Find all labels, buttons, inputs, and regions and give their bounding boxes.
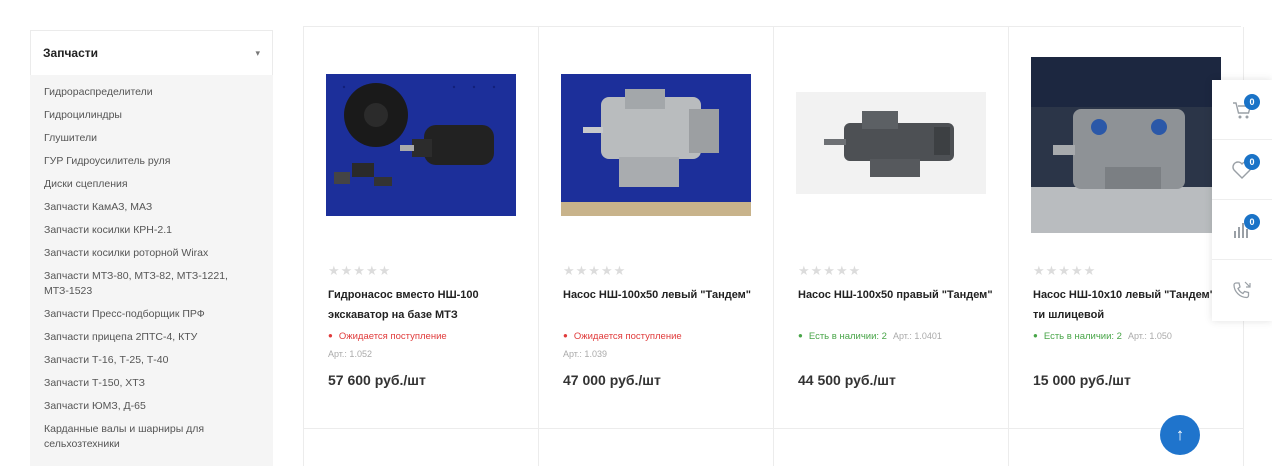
wishlist-button[interactable]: 0 [1212,140,1272,200]
sidebar-item[interactable]: Диски сцепления [44,177,273,192]
product-title[interactable]: Насос НШ-10х10 левый "Тандем" 6-ти шлице… [1033,285,1228,325]
product-title[interactable]: Насос НШ-100х50 правый "Тандем" [798,285,993,305]
rating-stars: ★★★★★ [328,263,392,278]
product-sku: Арт.: 1.050 [1127,331,1172,341]
stock-status-text: Есть в наличии: 2 [808,331,887,342]
sidebar-item[interactable]: ГУР Гидроусилитель руля [44,154,273,169]
sidebar-item[interactable]: Глушители [44,131,273,146]
wishlist-count-badge: 0 [1244,154,1260,170]
scroll-to-top-button[interactable]: ↑ [1160,415,1200,455]
product-title[interactable]: Гидронасос вместо НШ-100 экскаватор на б… [328,285,523,325]
product-card[interactable] [774,429,1009,466]
sidebar-item[interactable]: Запчасти КамАЗ, МАЗ [44,200,273,215]
sidebar-item[interactable]: Запчасти косилки роторной Wirax [44,246,273,261]
status-dot-icon: ● [563,331,568,340]
product-title[interactable]: Насос НШ-100х50 левый "Тандем" [563,285,758,305]
stock-status-text: Ожидается поступление [573,331,682,342]
sidebar-item[interactable]: Запчасти МТЗ-80, МТЗ-82, МТЗ-1221, МТЗ-1… [44,269,273,299]
stock-status: ● Ожидается поступление [328,331,447,342]
rating-stars: ★★★★★ [1033,263,1097,278]
status-dot-icon: ● [328,331,333,340]
product-price: 47 000 руб./шт [563,372,661,388]
product-card[interactable]: ★★★★★ Насос НШ-10х10 левый "Тандем" 6-ти… [1009,27,1244,429]
category-list: Гидрораспределители Гидроцилиндры Глушит… [30,75,273,452]
product-image[interactable] [539,27,773,257]
arrow-up-icon: ↑ [1175,425,1185,444]
product-sku: Арт.: 1.039 [563,349,607,359]
rating-stars: ★★★★★ [798,263,862,278]
product-image[interactable] [304,27,538,257]
product-image[interactable] [774,27,1008,257]
compare-count-badge: 0 [1244,214,1260,230]
status-dot-icon: ● [1033,331,1038,340]
product-card[interactable]: ★★★★★ Насос НШ-100х50 правый "Тандем" ● … [774,27,1009,429]
stock-status-text: Ожидается поступление [338,331,447,342]
product-sku: Арт.: 1.0401 [892,331,942,341]
product-grid: ★★★★★ Гидронасос вместо НШ-100 экскавато… [303,26,1244,466]
stock-status: ● Есть в наличии: 2 Арт.: 1.050 [1033,331,1172,342]
floating-action-panel: 0 0 0 [1212,80,1272,321]
sidebar-item[interactable]: Гидроцилиндры [44,108,273,123]
sidebar-item[interactable]: Запчасти Пресс-подборщик ПРФ [44,307,273,322]
product-price: 15 000 руб./шт [1033,372,1131,388]
sidebar-item[interactable]: Запчасти косилки КРН-2.1 [44,223,273,238]
sidebar-item[interactable]: Карданные валы и шарниры для сельхозтехн… [44,422,273,452]
phone-callback-icon [1233,281,1251,299]
product-card[interactable]: ★★★★★ Гидронасос вместо НШ-100 экскавато… [304,27,539,429]
callback-button[interactable] [1212,260,1272,320]
chevron-down-icon[interactable]: ▾ [255,48,260,59]
cart-button[interactable]: 0 [1212,80,1272,140]
sidebar-title: Запчасти [43,46,99,60]
product-card[interactable] [304,429,539,466]
product-sku: Арт.: 1.052 [328,349,372,359]
cart-count-badge: 0 [1244,94,1260,110]
product-card[interactable] [539,429,774,466]
product-price: 57 600 руб./шт [328,372,426,388]
product-image[interactable] [1009,27,1243,257]
sidebar-item[interactable]: Запчасти Т-150, ХТЗ [44,376,273,391]
product-card[interactable]: ★★★★★ Насос НШ-100х50 левый "Тандем" ● О… [539,27,774,429]
product-card[interactable] [1009,429,1244,466]
compare-button[interactable]: 0 [1212,200,1272,260]
sidebar-item[interactable]: Запчасти прицепа 2ПТС-4, КТУ [44,330,273,345]
sidebar-header[interactable]: Запчасти ▾ [30,30,273,75]
rating-stars: ★★★★★ [563,263,627,278]
stock-status: ● Ожидается поступление [563,331,682,342]
product-price: 44 500 руб./шт [798,372,896,388]
sidebar-item[interactable]: Запчасти Т-16, Т-25, Т-40 [44,353,273,368]
stock-status: ● Есть в наличии: 2 Арт.: 1.0401 [798,331,942,342]
sidebar-item[interactable]: Гидрораспределители [44,85,273,100]
stock-status-text: Есть в наличии: 2 [1043,331,1122,342]
status-dot-icon: ● [798,331,803,340]
sidebar-item[interactable]: Запчасти ЮМЗ, Д-65 [44,399,273,414]
catalog-sidebar: Запчасти ▾ Гидрораспределители Гидроцили… [30,30,273,466]
